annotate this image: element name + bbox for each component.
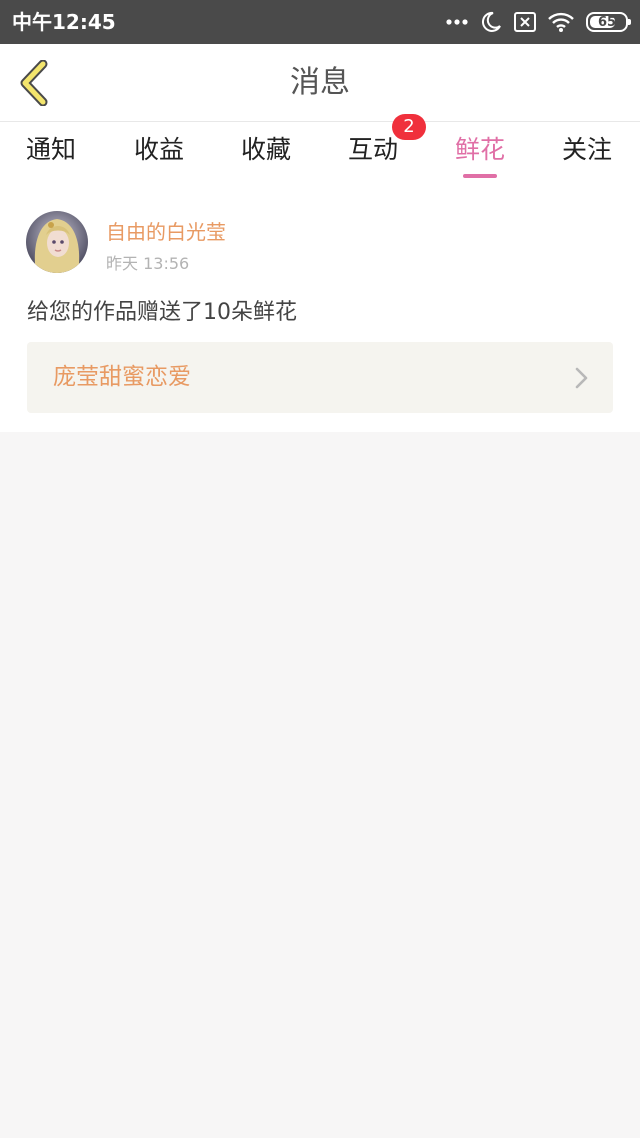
tab-notifications[interactable]: 通知: [26, 122, 76, 182]
sim-x-icon: [514, 12, 536, 32]
tab-earnings[interactable]: 收益: [134, 122, 184, 182]
tab-label: 鲜花: [455, 135, 506, 164]
sender-name[interactable]: 自由的白光莹: [106, 216, 226, 245]
chevron-right-icon: [575, 367, 588, 389]
status-icons: 65: [446, 0, 631, 44]
active-tab-indicator: [463, 174, 497, 178]
tab-label: 互动: [348, 135, 399, 164]
page-title: 消息: [290, 65, 350, 100]
wifi-icon: [548, 12, 574, 32]
tab-bar: 通知 收益 收藏 互动 2 鲜花 关注: [0, 114, 640, 182]
battery-level: 65: [597, 14, 617, 30]
moon-icon: [480, 11, 502, 33]
tab-label: 收藏: [241, 135, 292, 164]
message-timestamp: 昨天 13:56: [106, 254, 190, 273]
tab-flowers[interactable]: 鲜花: [455, 122, 505, 182]
tab-label: 关注: [562, 135, 613, 164]
tab-follow[interactable]: 关注: [562, 122, 612, 182]
more-dots-icon: [446, 18, 468, 26]
tab-favorites[interactable]: 收藏: [241, 122, 291, 182]
status-bar: 中午12:45 65: [0, 0, 640, 44]
battery-icon: 65: [586, 12, 631, 32]
tab-label: 通知: [26, 135, 77, 164]
message-card: 自由的白光莹 昨天 13:56 给您的作品赠送了10朵鲜花 庞莹甜蜜恋爱: [0, 182, 640, 432]
avatar[interactable]: [26, 211, 88, 273]
unread-badge: 2: [392, 114, 426, 140]
tab-label: 收益: [134, 135, 185, 164]
message-text: 给您的作品赠送了10朵鲜花: [27, 300, 297, 325]
work-link[interactable]: 庞莹甜蜜恋爱: [27, 342, 613, 413]
work-title: 庞莹甜蜜恋爱: [53, 364, 191, 390]
nav-bar: 消息: [0, 44, 640, 122]
tab-interaction[interactable]: 互动 2: [348, 114, 426, 182]
status-time: 中午12:45: [12, 10, 116, 34]
